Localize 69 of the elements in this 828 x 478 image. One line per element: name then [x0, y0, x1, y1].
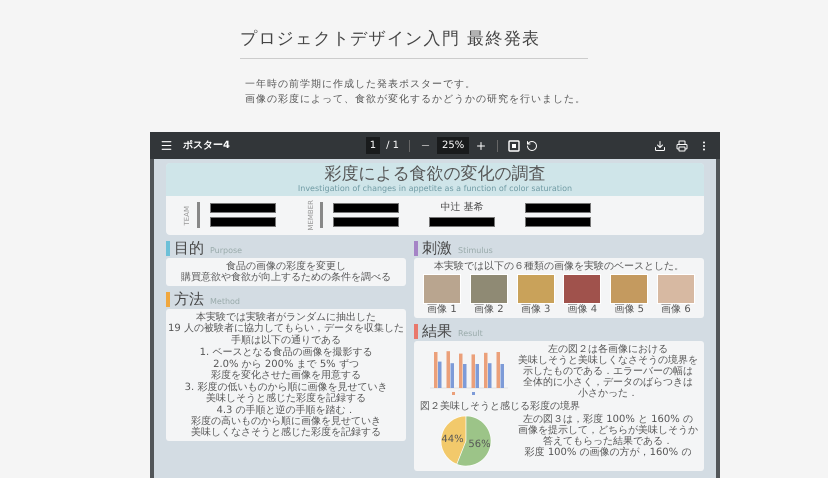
- redaction-bar: [429, 217, 495, 228]
- member-name: 中辻 基希: [439, 203, 485, 214]
- card-text-line: 左の図２は各画像における: [547, 344, 668, 355]
- redaction-bar: [525, 203, 591, 214]
- rotate-icon[interactable]: [526, 140, 538, 152]
- card-text-line: 小さかった．: [577, 388, 639, 399]
- menu-icon[interactable]: [160, 139, 173, 152]
- print-icon[interactable]: [676, 140, 688, 152]
- card-text-line: 全体的に小さく，データのばらつきは: [522, 376, 694, 388]
- poster-title: 彩度による食欲の変化の調査: [324, 165, 546, 184]
- card-text-line: 彩度 100% の画像の方が，160% の: [524, 446, 692, 458]
- zoom-in-icon[interactable]: [475, 140, 488, 152]
- photo-placeholder: [656, 274, 695, 304]
- card-text-line: 示したものである．エラーバーの幅は: [522, 366, 694, 377]
- card-text-line: 1. ベースとなる食品の画像を撮影する: [198, 346, 374, 358]
- redaction-bar: [210, 217, 276, 228]
- zoom-field[interactable]: 25%: [437, 137, 470, 154]
- card-text-line: 美味しくなさそうと感じた彩度を記録する: [190, 426, 382, 438]
- card-text-line: 本実験では実験者がランダムに抽出した: [195, 312, 377, 323]
- file-name: ポスター4: [183, 139, 230, 153]
- card-text-line: 左の図３は，彩度 100% と 160% の: [522, 414, 694, 425]
- section-heading-english: Method: [210, 296, 240, 307]
- card-text-line: 答えてもらった結果である．: [543, 436, 674, 447]
- card-text-line: 4.3 の手順と逆の手順を踏む．: [215, 404, 357, 416]
- section-heading-english: Stimulus: [458, 246, 493, 256]
- image-label: 画像 3: [520, 304, 550, 315]
- redaction-bar: [525, 217, 591, 228]
- page-title: プロジェクトデザイン入門 最終発表: [240, 28, 542, 50]
- section-heading: 結果: [422, 322, 452, 339]
- redaction-bar: [210, 203, 276, 214]
- slice-label: 44%: [441, 434, 464, 445]
- card-text-line: 19 人の被験者に協力してもらい，データを収集した: [168, 322, 404, 334]
- card-text-line: 画像を提示して，どちらが美味しそうか: [518, 424, 698, 436]
- card-text-line: 美味しそうと感じた彩度を記録する: [205, 392, 367, 404]
- fit-page-icon[interactable]: [508, 140, 520, 152]
- card-text-line: 手順は以下の通りである: [230, 334, 342, 346]
- section-heading: 刺激: [422, 240, 452, 256]
- download-icon[interactable]: [654, 140, 666, 152]
- figure-caption: 図２美味しそうと感じる彩度の境界: [420, 400, 580, 412]
- image-label: 画像 2: [474, 304, 504, 315]
- section-heading-english: Result: [458, 328, 483, 339]
- slice-label: 56%: [468, 438, 491, 450]
- page-total: / 1: [386, 139, 400, 153]
- card-text-line: 本実験では以下の６種類の画像を実験のベースとした。: [433, 260, 685, 272]
- section-heading-english: Purpose: [210, 246, 242, 256]
- image-label: 画像 4: [568, 304, 598, 315]
- description-text: 画像の彩度によって、食欲が変化するかどうかの研究を行いました。: [245, 92, 587, 107]
- image-label: 画像 6: [661, 304, 691, 315]
- redaction-bar: [333, 203, 399, 214]
- photo-placeholder: [516, 274, 555, 304]
- card-text-line: 3. 彩度の低いものから順に画像を見せていき: [184, 382, 388, 393]
- redaction-bar: [333, 217, 399, 228]
- card-text-line: 彩度の高いものから順に画像を見せていき: [190, 416, 382, 427]
- photo-placeholder: [423, 274, 461, 304]
- photo-placeholder: [470, 274, 508, 304]
- description-text: 一年時の前学期に作成した発表ポスターです。: [245, 78, 477, 92]
- section-heading: 目的: [174, 240, 204, 256]
- card-text-line: 美味しそうと美味しくなさそうの境界を: [518, 354, 698, 366]
- image-label: 画像 5: [614, 304, 644, 315]
- card-text-line: 購買意欲や食欲が向上するための条件を調べる: [180, 272, 392, 283]
- card-text-line: 2.0% から 200% まで 5% ずつ: [212, 358, 360, 370]
- card-text-line: 食品の画像の彩度を変更し: [225, 260, 347, 272]
- photo-placeholder: [563, 274, 602, 304]
- poster-subtitle: Investigation of changes in appetite as a function of color saturation: [296, 184, 574, 194]
- section-heading: 方法: [174, 290, 204, 307]
- photo-placeholder: [610, 274, 648, 304]
- card-text-line: 彩度を変化させた画像を用意する: [210, 370, 362, 381]
- image-label: 画像 1: [427, 304, 457, 315]
- page-number-field[interactable]: 1: [366, 137, 380, 154]
